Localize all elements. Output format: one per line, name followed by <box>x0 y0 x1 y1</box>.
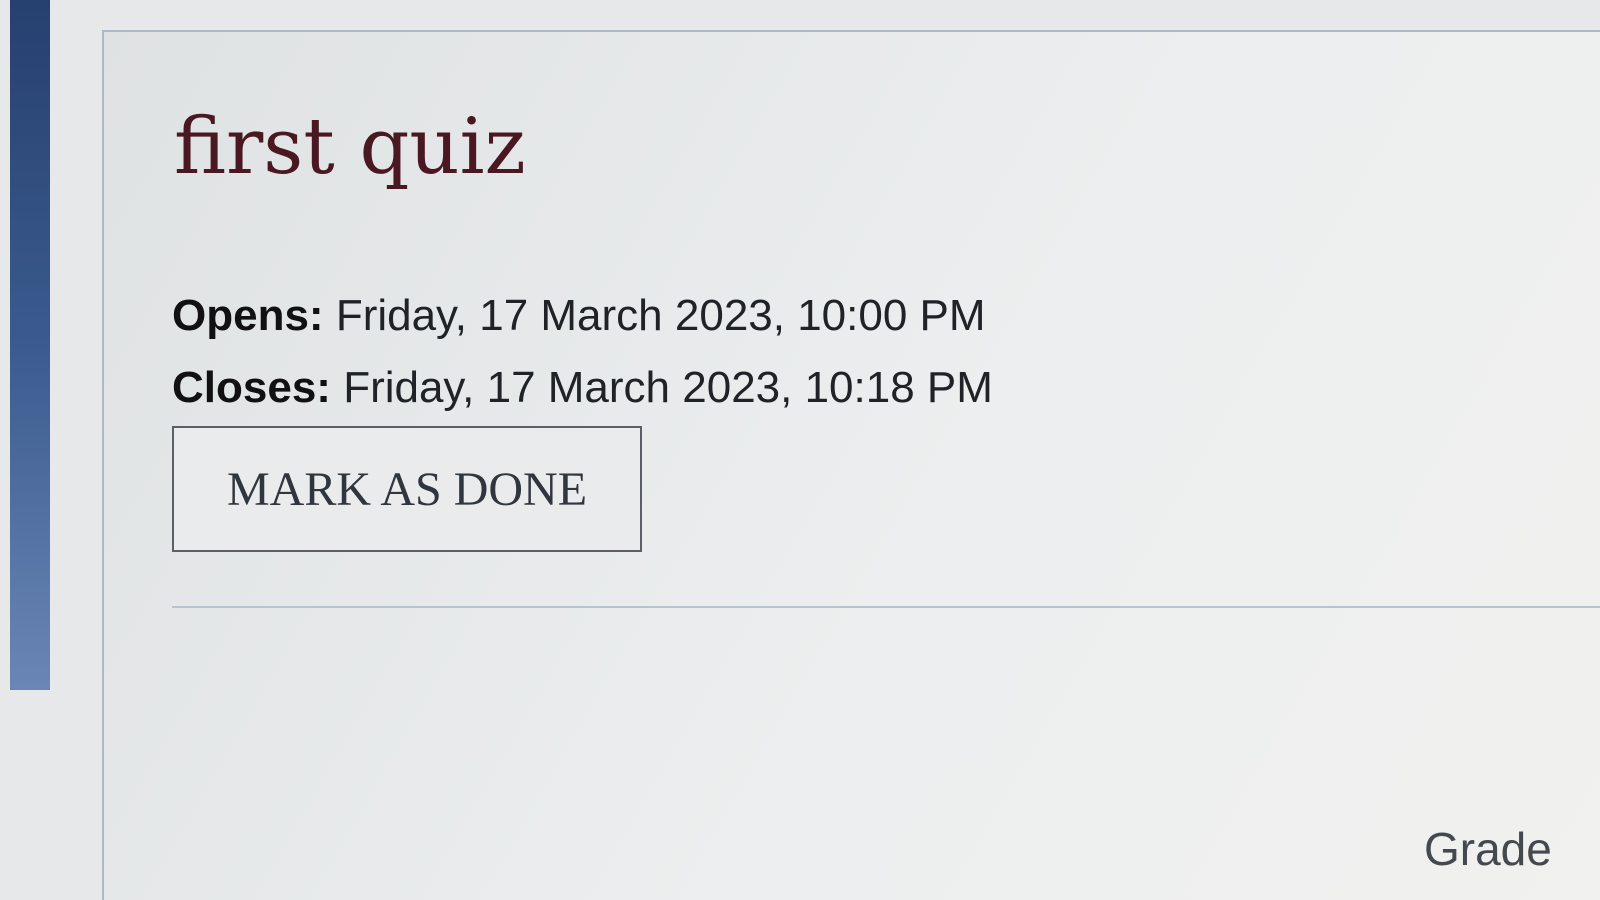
opens-row: Opens: Friday, 17 March 2023, 10:00 PM <box>172 280 993 352</box>
opens-label: Opens: <box>172 291 324 340</box>
section-divider <box>172 606 1600 608</box>
mark-as-done-button[interactable]: MARK AS DONE <box>172 426 642 552</box>
opens-value: Friday, 17 March 2023, 10:00 PM <box>335 291 986 340</box>
activity-dates: Opens: Friday, 17 March 2023, 10:00 PM C… <box>172 280 993 424</box>
closes-value: Friday, 17 March 2023, 10:18 PM <box>343 363 993 412</box>
closes-row: Closes: Friday, 17 March 2023, 10:18 PM <box>172 352 993 424</box>
activity-card: first quiz Opens: Friday, 17 March 2023,… <box>102 30 1600 900</box>
grade-label: Grade <box>1424 823 1552 875</box>
course-index-bar <box>10 0 50 690</box>
closes-label: Closes: <box>172 363 331 412</box>
activity-title[interactable]: first quiz <box>174 108 526 186</box>
